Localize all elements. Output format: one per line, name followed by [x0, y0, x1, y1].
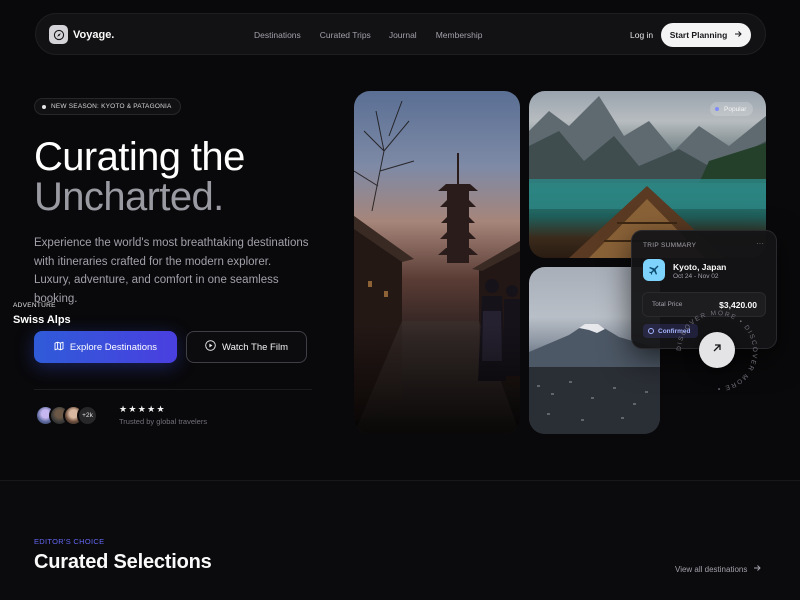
rating-stars: ★★★★★ — [119, 404, 166, 414]
image-gradient — [354, 324, 520, 434]
trusted-caption: Trusted by global travelers — [119, 417, 208, 426]
brand-logo[interactable]: Voyage. — [49, 25, 114, 44]
trip-summary-heading: TRIP SUMMARY — [643, 242, 697, 249]
badge-dot-icon — [42, 105, 46, 109]
destination-card-feature[interactable] — [354, 91, 520, 434]
nav-links: Destinations Curated Trips Journal Membe… — [254, 30, 501, 40]
feature-card-tag: ADVENTURE — [13, 302, 56, 309]
map-icon — [54, 341, 64, 354]
check-circle-icon — [648, 328, 654, 334]
popular-badge: Popular — [710, 102, 754, 116]
explore-destinations-label: Explore Destinations — [69, 341, 158, 353]
hero-title-line-1: Curating the — [34, 135, 245, 179]
trip-dates: Oct 24 - Nov 02 — [673, 273, 719, 280]
login-link[interactable]: Log in — [630, 30, 653, 40]
discover-more-button[interactable] — [699, 332, 735, 368]
brand-name: Voyage. — [73, 28, 115, 41]
play-circle-icon — [205, 340, 216, 354]
popular-badge-label: Popular — [724, 105, 747, 113]
feature-card-title: Swiss Alps — [13, 314, 71, 326]
popular-dot-icon — [715, 107, 719, 111]
avatar-more-count: +2k — [77, 405, 98, 426]
more-options-icon[interactable]: ··· — [756, 239, 764, 248]
arrow-right-icon — [753, 564, 762, 574]
trip-city: Kyoto, Japan — [673, 262, 727, 272]
nav-link-curated-trips[interactable]: Curated Trips — [320, 30, 371, 40]
view-all-label: View all destinations — [675, 564, 748, 574]
nav-link-journal[interactable]: Journal — [389, 30, 417, 40]
hero-divider — [34, 389, 312, 390]
hero-title-word: Uncharted — [34, 175, 214, 219]
season-badge: NEW SEASON: KYOTO & PATAGONIA — [34, 98, 181, 115]
hero-title-dot: . — [213, 175, 224, 219]
total-price-label: Total Price — [652, 301, 683, 308]
arrow-right-icon — [734, 30, 743, 40]
watch-film-label: Watch The Film — [222, 341, 288, 353]
hero-title-line-2: Uncharted. — [34, 177, 224, 217]
compass-icon — [49, 25, 68, 44]
season-badge-label: NEW SEASON: KYOTO & PATAGONIA — [51, 103, 172, 110]
nav-link-destinations[interactable]: Destinations — [254, 30, 301, 40]
top-nav: Voyage. Destinations Curated Trips Journ… — [35, 13, 766, 55]
traveler-avatars: +2k — [35, 405, 98, 426]
explore-destinations-button[interactable]: Explore Destinations — [34, 331, 177, 363]
view-all-destinations-link[interactable]: View all destinations — [675, 564, 762, 574]
section-eyebrow: EDITOR'S CHOICE — [34, 537, 105, 546]
curated-section — [0, 481, 800, 600]
nav-link-membership[interactable]: Membership — [436, 30, 483, 40]
start-planning-button[interactable]: Start Planning — [661, 23, 751, 47]
hero-subtitle: Experience the world's most breathtaking… — [34, 237, 309, 305]
section-title: Curated Selections — [34, 551, 212, 573]
plane-icon — [643, 259, 665, 281]
watch-film-button[interactable]: Watch The Film — [186, 331, 307, 363]
start-planning-label: Start Planning — [669, 30, 728, 40]
arrow-up-right-icon — [711, 341, 723, 359]
